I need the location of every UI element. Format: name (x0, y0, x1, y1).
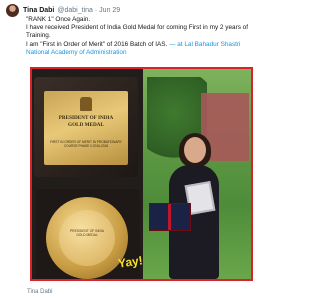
portrait-photo (143, 69, 251, 279)
tweet-line-text: I am "First in Order of Merit" of 2016 B… (26, 40, 168, 48)
tweet-line: I have received President of India Gold … (26, 24, 248, 40)
plaque-box: PRESIDENT OF INDIA GOLD MEDAL FIRST IN O… (34, 77, 138, 177)
ribbon (168, 204, 171, 230)
tweet-date[interactable]: Jun 29 (99, 7, 120, 14)
medal-face: PRESIDENT OF INDIA GOLD MEDAL (59, 210, 115, 266)
plaque-title: PRESIDENT OF INDIA (58, 115, 114, 121)
tweet-line: "RANK 1" Once Again. (26, 16, 91, 23)
tweet-text: "RANK 1" Once Again. I have received Pre… (26, 16, 264, 57)
gold-plaque: PRESIDENT OF INDIA GOLD MEDAL FIRST IN O… (44, 91, 128, 165)
photo-caption: Tina Dabi (27, 289, 53, 295)
tweet-photo[interactable]: PRESIDENT OF INDIA GOLD MEDAL FIRST IN O… (30, 67, 253, 281)
tweet-card: Tina Dabi @dabi_tina · Jun 29 "RANK 1" O… (0, 0, 269, 300)
medal-inscription: PRESIDENT OF INDIA GOLD MEDAL (69, 229, 104, 237)
author-handle[interactable]: @dabi_tina · Jun 29 (57, 7, 120, 14)
emblem-icon (80, 97, 92, 111)
person-face (184, 137, 206, 163)
tweet-line: I am "First in Order of Merit" of 2016 B… (26, 41, 264, 57)
medal-photo: PRESIDENT OF INDIA GOLD MEDAL FIRST IN O… (32, 69, 143, 279)
plaque-inscription: FIRST IN ORDER OF MERIT IN PROBATIONARY … (50, 140, 122, 148)
certificate-folder (149, 203, 191, 231)
tweet-header: Tina Dabi @dabi_tina · Jun 29 (6, 3, 120, 17)
separator-dot: · (94, 6, 98, 14)
gold-medal: PRESIDENT OF INDIA GOLD MEDAL (46, 197, 128, 279)
author-name[interactable]: Tina Dabi (23, 7, 54, 14)
plaque-subtitle: GOLD MEDAL (68, 122, 104, 128)
avatar[interactable] (6, 3, 19, 17)
handle-text[interactable]: @dabi_tina (57, 7, 93, 14)
